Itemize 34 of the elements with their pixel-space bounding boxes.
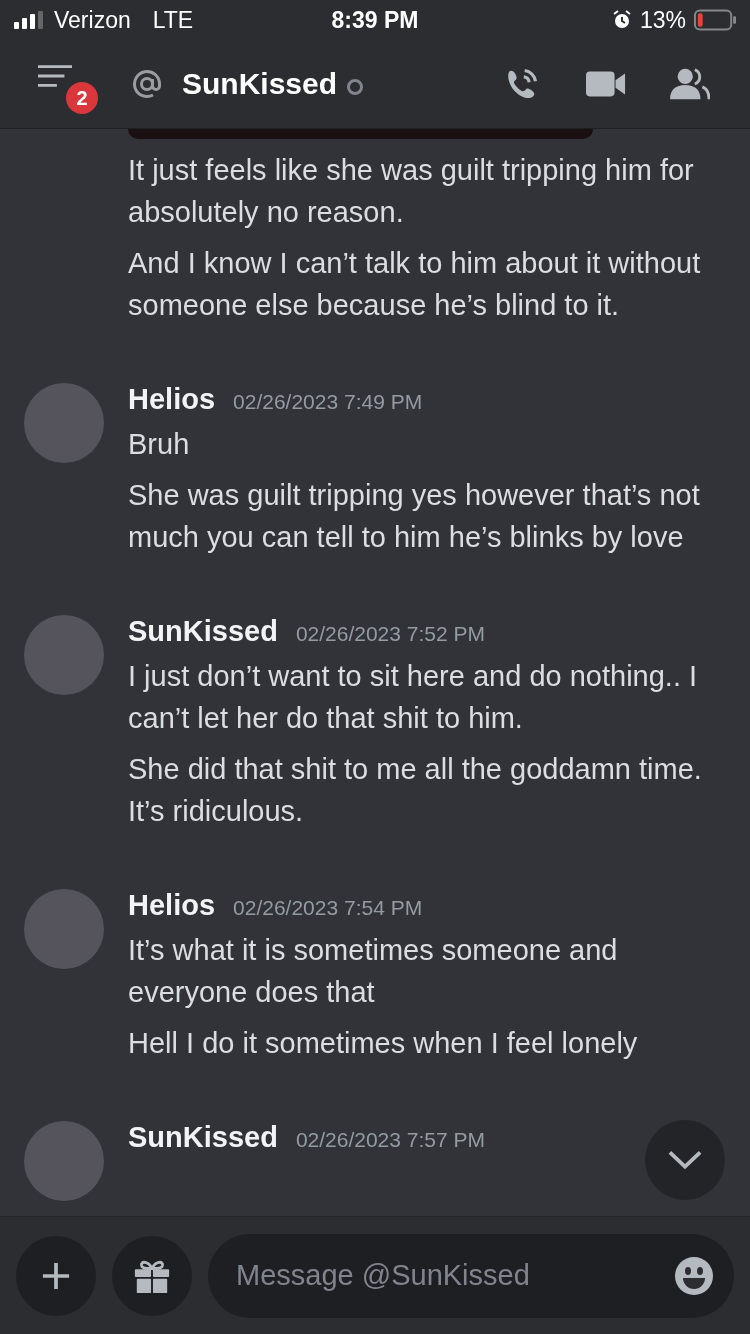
message-text: Hell I do it sometimes when I feel lonely bbox=[128, 1026, 638, 1061]
offline-status-icon bbox=[347, 79, 364, 95]
battery-percent: 13% bbox=[639, 6, 686, 34]
timestamp: 02/26/2023 7:49 PM bbox=[233, 390, 423, 414]
message-input[interactable]: Message @SunKissed bbox=[208, 1233, 734, 1318]
timestamp: 02/26/2023 7:52 PM bbox=[295, 622, 486, 646]
members-icon[interactable] bbox=[670, 66, 710, 102]
message-text: She did that shit to me all the goddamn time. It’s ridiculous. bbox=[128, 752, 703, 829]
notification-badge: 2 bbox=[66, 82, 98, 114]
carrier-name: Verizon bbox=[54, 6, 131, 34]
username[interactable]: Helios bbox=[128, 889, 216, 922]
message-text: It’s what it is sometimes someone and everyone does that bbox=[128, 933, 619, 1010]
menu-icon bbox=[38, 64, 72, 88]
message-text: She was guilt tripping yes however that’s not much you can tell to him he’s blinks by love bbox=[128, 478, 701, 555]
message-text: Bruh bbox=[128, 427, 190, 462]
username[interactable]: SunKissed bbox=[128, 615, 278, 648]
timestamp: 02/26/2023 7:54 PM bbox=[233, 896, 423, 920]
signal-icon bbox=[14, 11, 46, 29]
battery-icon bbox=[694, 9, 736, 31]
message-text: I just don’t want to sit here and do nothing.. I can’t let her do that shit to him. bbox=[128, 659, 699, 736]
plus-icon bbox=[42, 1261, 70, 1290]
network-type: LTE bbox=[152, 6, 194, 34]
clock-time: 8:39 PM bbox=[331, 6, 419, 34]
alarm-icon bbox=[611, 10, 632, 30]
username[interactable]: Helios bbox=[128, 383, 216, 416]
at-sign-icon bbox=[132, 69, 162, 99]
chevron-down-icon bbox=[668, 1150, 702, 1170]
smiley-icon[interactable] bbox=[674, 1255, 714, 1296]
channel-title: SunKissed bbox=[182, 67, 338, 101]
username[interactable]: SunKissed bbox=[128, 1121, 278, 1154]
timestamp: 02/26/2023 7:57 PM bbox=[295, 1128, 486, 1152]
message-text: It just feels like she was guilt tripping him for absolutely no reason. bbox=[128, 153, 695, 230]
message-text: And I know I can’t talk to him about it without someone else because he’s blind to it. bbox=[128, 246, 702, 323]
menu-button[interactable]: 2 bbox=[36, 62, 100, 116]
